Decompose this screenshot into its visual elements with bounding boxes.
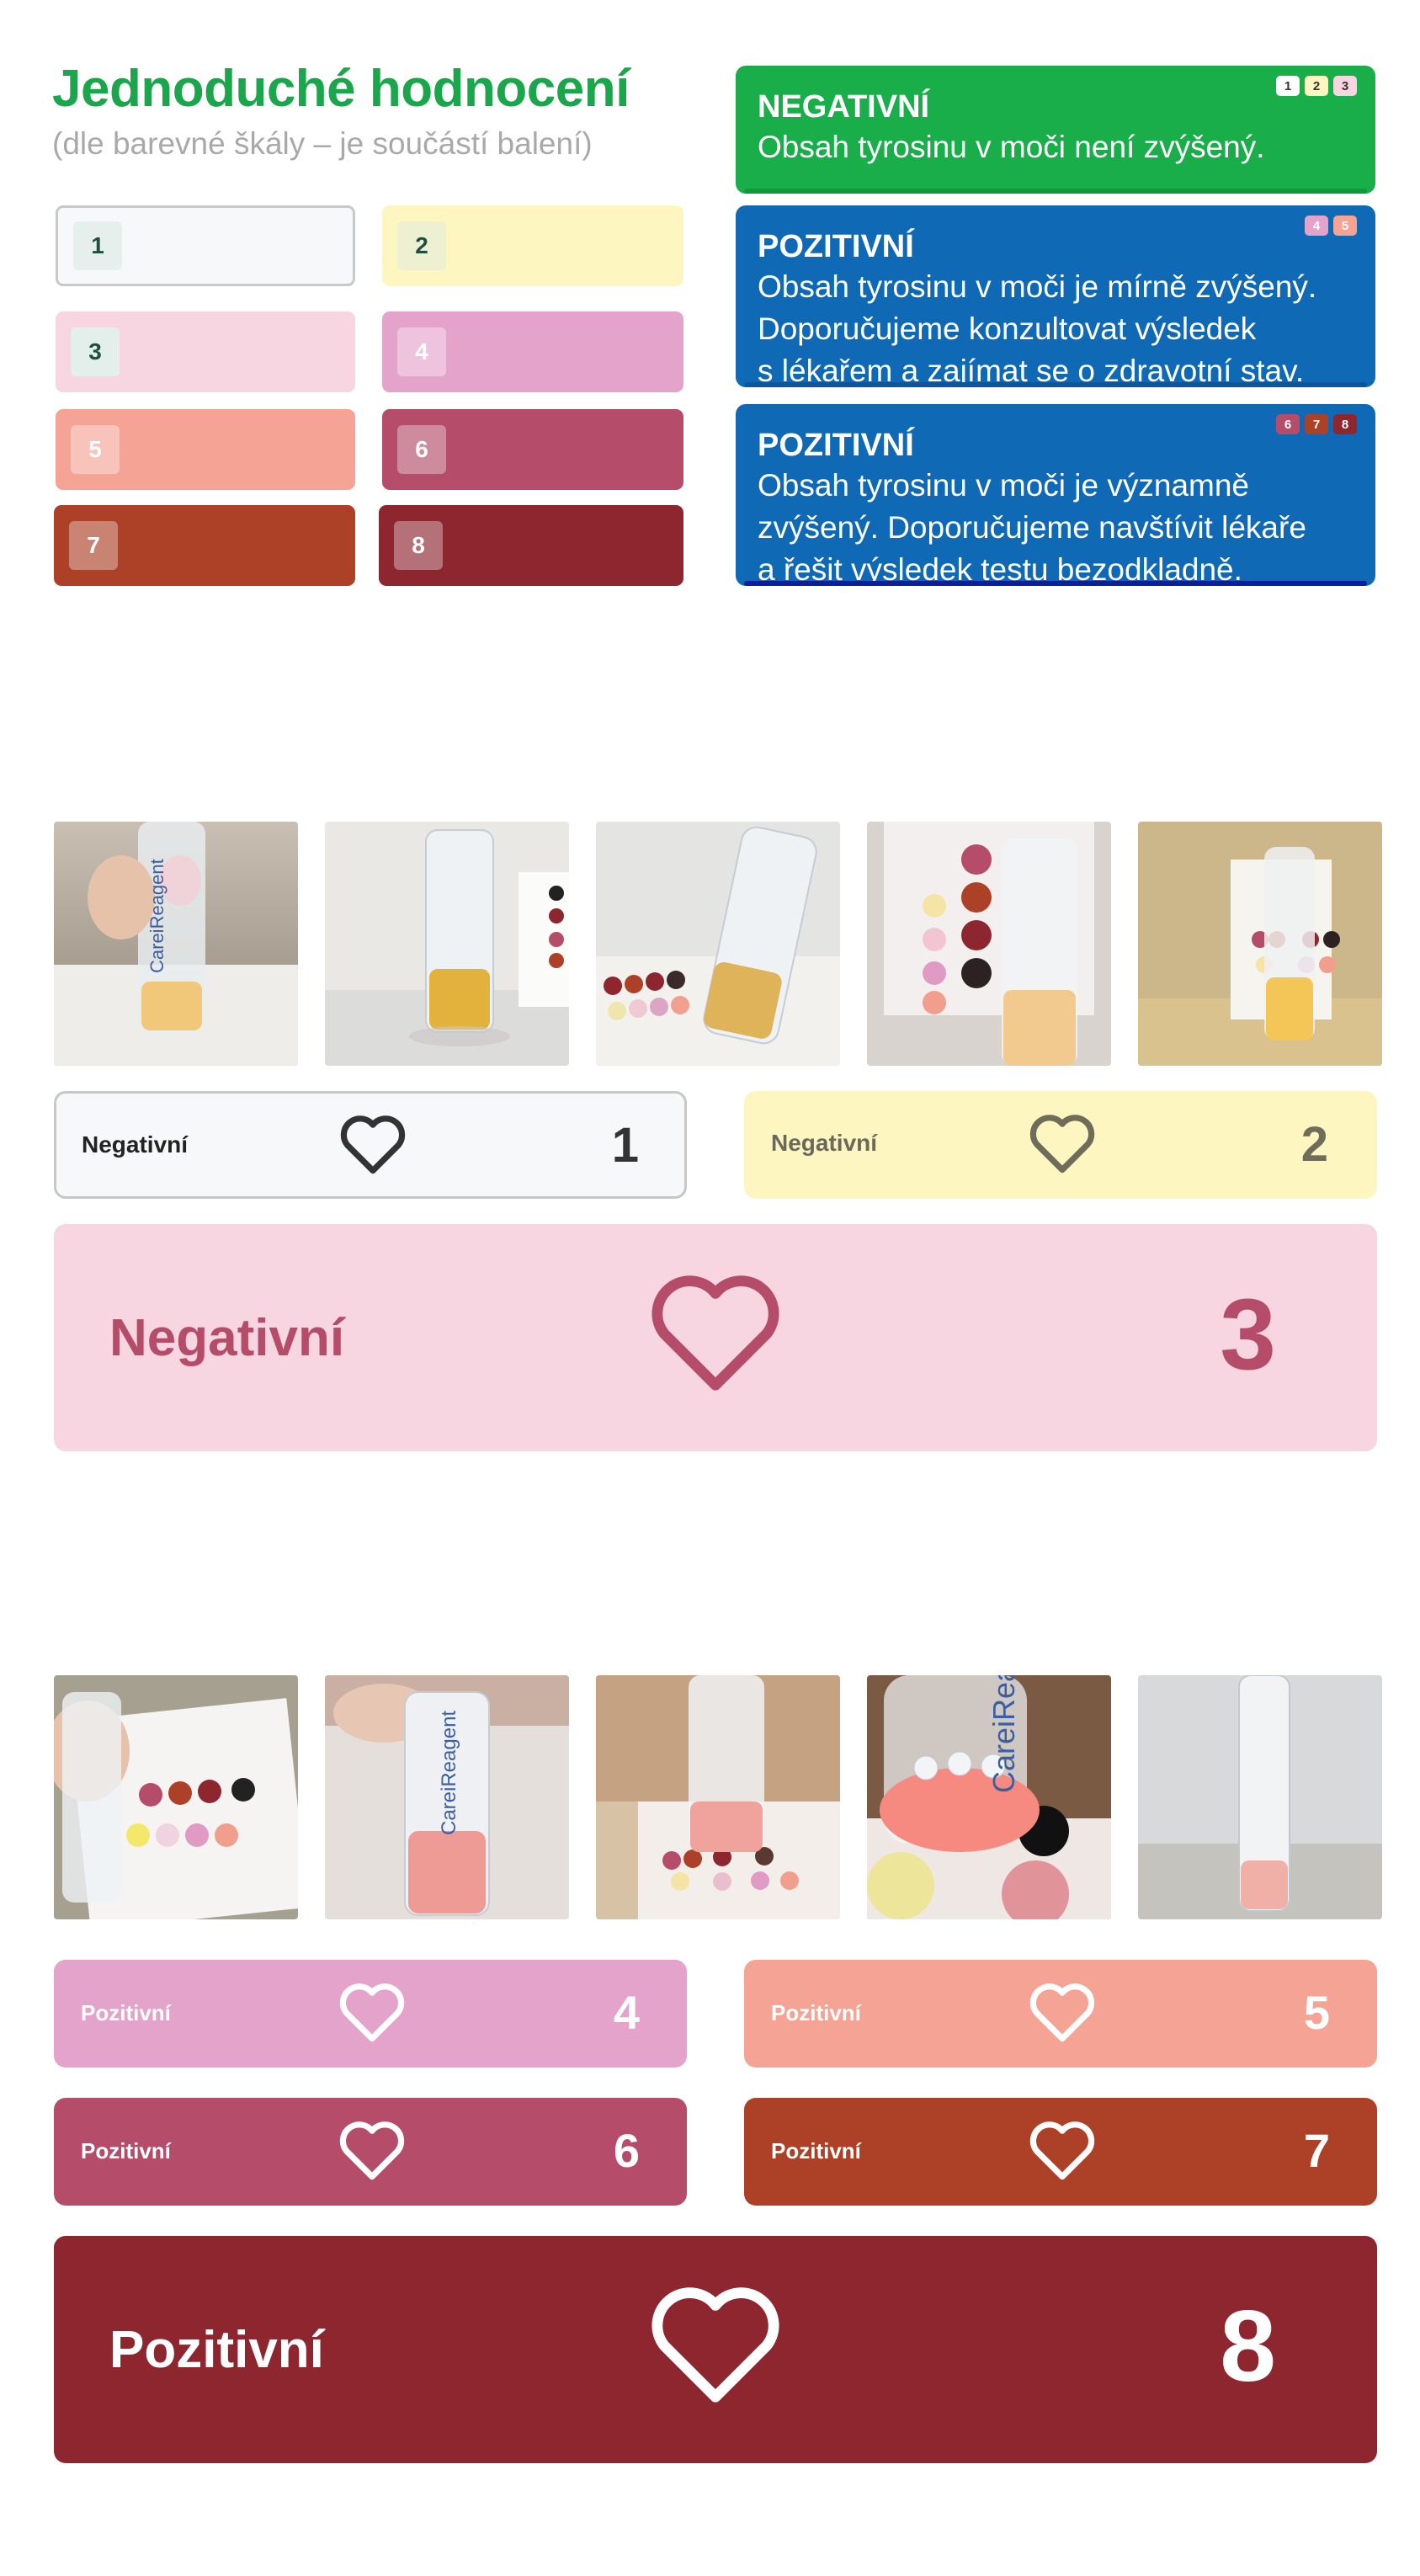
- card-number: 5: [1303, 1986, 1330, 2039]
- scale-number: 6: [397, 425, 446, 474]
- result-card-8: Pozitivní 8: [54, 2236, 1377, 2463]
- chip: 2: [1305, 76, 1328, 96]
- scale-swatch-2: 2: [382, 205, 683, 286]
- result-bar: [744, 382, 1367, 387]
- sample-photo-4: [867, 822, 1111, 1066]
- sample-photo-2: [325, 822, 569, 1066]
- result-line: Obsah tyrosinu v moči je významně: [758, 468, 1250, 503]
- scale-number: 3: [71, 327, 120, 376]
- card-label: Pozitivní: [109, 2321, 324, 2379]
- sample-photo-10: [1138, 1675, 1382, 1919]
- photo-label: CareiReagent: [438, 1711, 460, 1835]
- heart-icon: [1029, 1983, 1095, 2042]
- scale-swatch-8: 8: [379, 505, 683, 586]
- result-card-6: Pozitivní 6: [54, 2098, 687, 2206]
- sample-photo-9: CareiReagent: [867, 1675, 1111, 1919]
- result-chips: 6 7 8: [1276, 414, 1357, 434]
- card-number: 7: [1303, 2124, 1330, 2177]
- scale-number: 2: [397, 221, 446, 270]
- result-negative: 1 2 3 NEGATIVNÍ Obsah tyrosinu v moči ne…: [736, 66, 1375, 194]
- scale-swatch-4: 4: [382, 311, 683, 392]
- card-number: 4: [613, 1986, 640, 2039]
- card-label: Pozitivní: [81, 2138, 171, 2164]
- heart-icon: [339, 1983, 405, 2042]
- card-label: Pozitivní: [771, 2000, 861, 2025]
- scale-swatch-7: 7: [54, 505, 355, 586]
- chip: 1: [1276, 76, 1300, 96]
- result-positive-significant: 6 7 8 POZITIVNÍ Obsah tyrosinu v moči je…: [736, 404, 1375, 587]
- result-card-7: Pozitivní 7: [744, 2098, 1377, 2206]
- scale-number: 7: [69, 521, 118, 570]
- chip: 7: [1305, 414, 1328, 434]
- result-title: NEGATIVNÍ: [758, 89, 930, 125]
- heart-icon: [1029, 2121, 1095, 2180]
- scale-number: 8: [394, 521, 443, 570]
- result-card-3: Negativní 3: [54, 1224, 1377, 1451]
- result-card-2: Negativní 2: [744, 1091, 1377, 1199]
- photo-label: CareiReagent: [987, 1675, 1021, 1793]
- result-chips: 1 2 3: [1276, 76, 1357, 96]
- card-label: Negativní: [109, 1309, 345, 1367]
- scale-number: 5: [71, 425, 120, 474]
- chip: 4: [1305, 216, 1328, 236]
- result-bar: [744, 581, 1367, 586]
- scale-number: 1: [73, 221, 122, 270]
- result-card-1: Negativní 1: [54, 1091, 687, 1199]
- chip: 6: [1276, 414, 1300, 434]
- sample-photo-7: CareiReagent: [325, 1675, 569, 1919]
- card-label: Pozitivní: [771, 2138, 861, 2164]
- card-number: 8: [1220, 2290, 1276, 2403]
- photo-label: CareiReagent: [146, 859, 168, 973]
- result-title: POZITIVNÍ: [758, 428, 914, 463]
- result-line: zvýšený. Doporučujeme navštívit lékaře: [758, 510, 1306, 545]
- scale-swatch-1: 1: [56, 205, 355, 286]
- card-number: 3: [1220, 1278, 1276, 1391]
- page-title: Jednoduché hodnocení: [52, 60, 630, 118]
- card-label: Pozitivní: [81, 2000, 171, 2025]
- result-card-4: Pozitivní 4: [54, 1960, 687, 2068]
- heart-icon: [1029, 1115, 1095, 1174]
- chip: 5: [1333, 216, 1357, 236]
- card-label: Negativní: [82, 1131, 189, 1158]
- result-line: Obsah tyrosinu v moči je mírně zvýšený.: [758, 269, 1317, 304]
- heart-icon: [340, 1115, 406, 1174]
- result-card-5: Pozitivní 5: [744, 1960, 1377, 2068]
- scale-swatch-6: 6: [382, 409, 683, 490]
- chip: 8: [1333, 414, 1357, 434]
- result-positive-mild: 4 5 POZITIVNÍ Obsah tyrosinu v moči je m…: [736, 205, 1375, 388]
- page-subtitle: (dle barevné škály – je součástí balení): [52, 126, 593, 161]
- heart-icon: [651, 1275, 779, 1391]
- scale-swatch-5: 5: [56, 409, 355, 490]
- card-number: 1: [611, 1118, 639, 1173]
- sample-photo-5: [1138, 822, 1382, 1066]
- chip: 3: [1333, 76, 1357, 96]
- result-title: POZITIVNÍ: [758, 229, 914, 264]
- result-chips: 4 5: [1305, 216, 1357, 236]
- card-number: 6: [613, 2124, 640, 2177]
- result-line: Doporučujeme konzultovat výsledek: [758, 311, 1257, 346]
- card-number: 2: [1300, 1117, 1328, 1172]
- scale-swatch-3: 3: [56, 311, 355, 392]
- result-line: Obsah tyrosinu v moči není zvýšený.: [758, 130, 1265, 164]
- heart-icon: [651, 2287, 779, 2403]
- scale-number: 4: [397, 327, 446, 376]
- heart-icon: [339, 2121, 405, 2180]
- sample-photo-8: [596, 1675, 840, 1919]
- sample-photo-1: CareiReagent: [54, 822, 298, 1066]
- card-label: Negativní: [771, 1130, 878, 1156]
- result-bar: [744, 189, 1367, 194]
- sample-photo-6: [54, 1675, 298, 1919]
- sample-photo-3: [596, 822, 840, 1066]
